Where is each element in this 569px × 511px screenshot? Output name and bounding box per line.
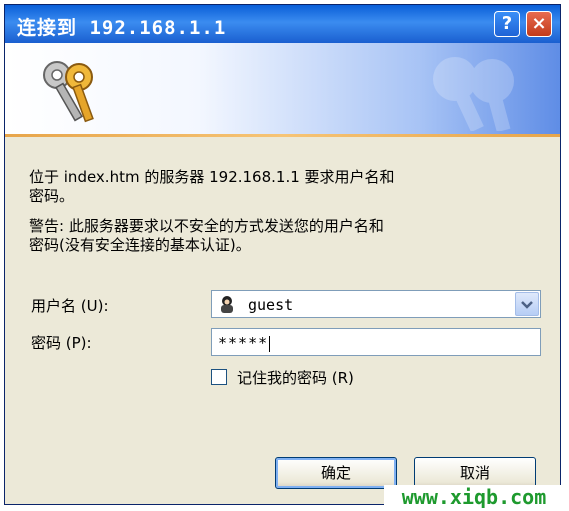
help-button[interactable]: ? xyxy=(494,11,520,37)
close-button[interactable]: × xyxy=(526,11,552,37)
password-label: 密码 (P): xyxy=(31,334,92,352)
text-caret xyxy=(269,335,271,352)
server-message-line-2: 密码。 xyxy=(29,187,75,205)
dialog-banner xyxy=(5,43,560,137)
chevron-down-icon xyxy=(521,301,533,309)
server-message-line-1: 位于 index.htm 的服务器 192.168.1.1 要求用户名和 xyxy=(29,168,395,186)
keys-watermark-icon xyxy=(433,57,514,131)
user-icon xyxy=(221,296,233,313)
password-field[interactable]: ***** xyxy=(211,328,541,356)
keys-icon xyxy=(43,61,94,123)
remember-password-checkbox[interactable] xyxy=(211,369,227,385)
login-dialog: 连接到 192.168.1.1 ? × 位于 index.htm 的服务器 19… xyxy=(4,4,561,505)
warning-message: 警告: 此服务器要求以不安全的方式发送您的用户名和 密码(没有安全连接的基本认证… xyxy=(29,217,539,255)
dialog-title: 连接到 192.168.1.1 xyxy=(17,17,227,39)
remember-password-label: 记住我的密码 (R) xyxy=(237,369,354,387)
warning-message-line-2: 密码(没有安全连接的基本认证)。 xyxy=(29,236,251,254)
username-label: 用户名 (U): xyxy=(31,297,109,315)
username-value: guest xyxy=(248,296,294,314)
warning-message-line-1: 警告: 此服务器要求以不安全的方式发送您的用户名和 xyxy=(29,217,384,235)
password-value: ***** xyxy=(218,334,271,352)
username-combobox[interactable]: guest xyxy=(211,290,541,318)
ok-button[interactable]: 确定 xyxy=(275,457,397,489)
site-watermark: www.xiqb.com xyxy=(384,485,564,509)
username-dropdown-button[interactable] xyxy=(515,292,539,316)
banner-divider xyxy=(5,134,560,137)
server-message: 位于 index.htm 的服务器 192.168.1.1 要求用户名和 密码。 xyxy=(29,168,539,206)
title-bar[interactable]: 连接到 192.168.1.1 ? × xyxy=(5,5,560,43)
